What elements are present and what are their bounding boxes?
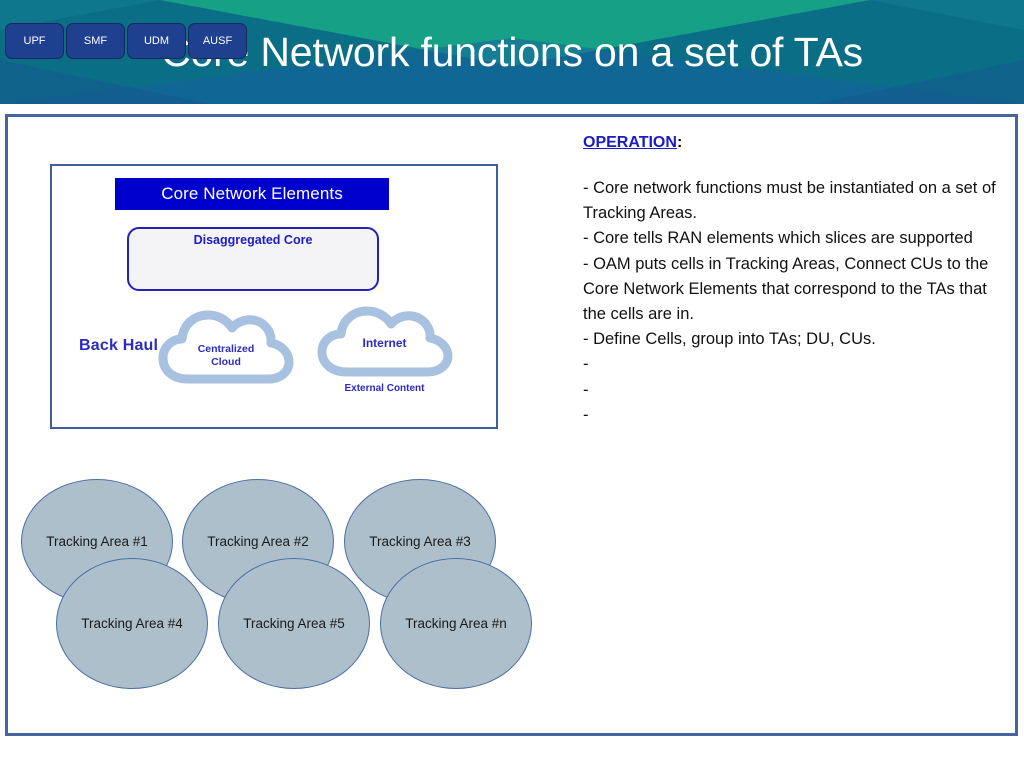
operation-heading: OPERATION: xyxy=(583,133,1003,154)
cloud-icon xyxy=(317,306,453,377)
operation-line: - xyxy=(583,355,589,374)
operation-heading-word: OPERATION xyxy=(583,134,677,151)
centralized-cloud: Centralized Cloud xyxy=(158,305,294,393)
operation-line: - xyxy=(583,405,589,424)
tracking-area-ellipse[interactable]: Tracking Area #5 xyxy=(218,558,370,689)
operation-line: - OAM puts cells in Tracking Areas, Conn… xyxy=(583,254,989,323)
disaggregated-core-label: Disaggregated Core xyxy=(193,233,313,247)
nf-box-smf[interactable]: SMF xyxy=(66,23,125,59)
nf-box-ausf[interactable]: AUSF xyxy=(188,23,247,59)
operation-line: - xyxy=(583,380,589,399)
internet-cloud: Internet xyxy=(316,304,453,384)
nf-box-udm[interactable]: UDM xyxy=(127,23,186,59)
nf-box-upf[interactable]: UPF xyxy=(5,23,64,59)
operation-panel: OPERATION: - Core network functions must… xyxy=(583,133,1003,428)
operation-line: - Core network functions must be instant… xyxy=(583,178,996,223)
external-content-label: External Content xyxy=(344,383,425,394)
back-haul-label: Back Haul xyxy=(79,337,159,354)
network-function-row: UPF SMF UDM AUSF xyxy=(5,23,247,59)
header-underline-divider xyxy=(0,104,1024,109)
tracking-area-ellipse[interactable]: Tracking Area #4 xyxy=(56,558,208,689)
operation-line: - Define Cells, group into TAs; DU, CUs. xyxy=(583,330,876,349)
operation-line: - Core tells RAN elements which slices a… xyxy=(583,229,973,248)
operation-heading-colon: : xyxy=(676,134,683,151)
cloud-icon xyxy=(158,310,294,384)
disaggregated-core-panel: Disaggregated Core xyxy=(127,227,379,291)
tracking-area-ellipse[interactable]: Tracking Area #n xyxy=(380,558,532,689)
operation-body: - Core network functions must be instant… xyxy=(583,176,1003,428)
core-network-elements-header: Core Network Elements xyxy=(115,178,389,210)
